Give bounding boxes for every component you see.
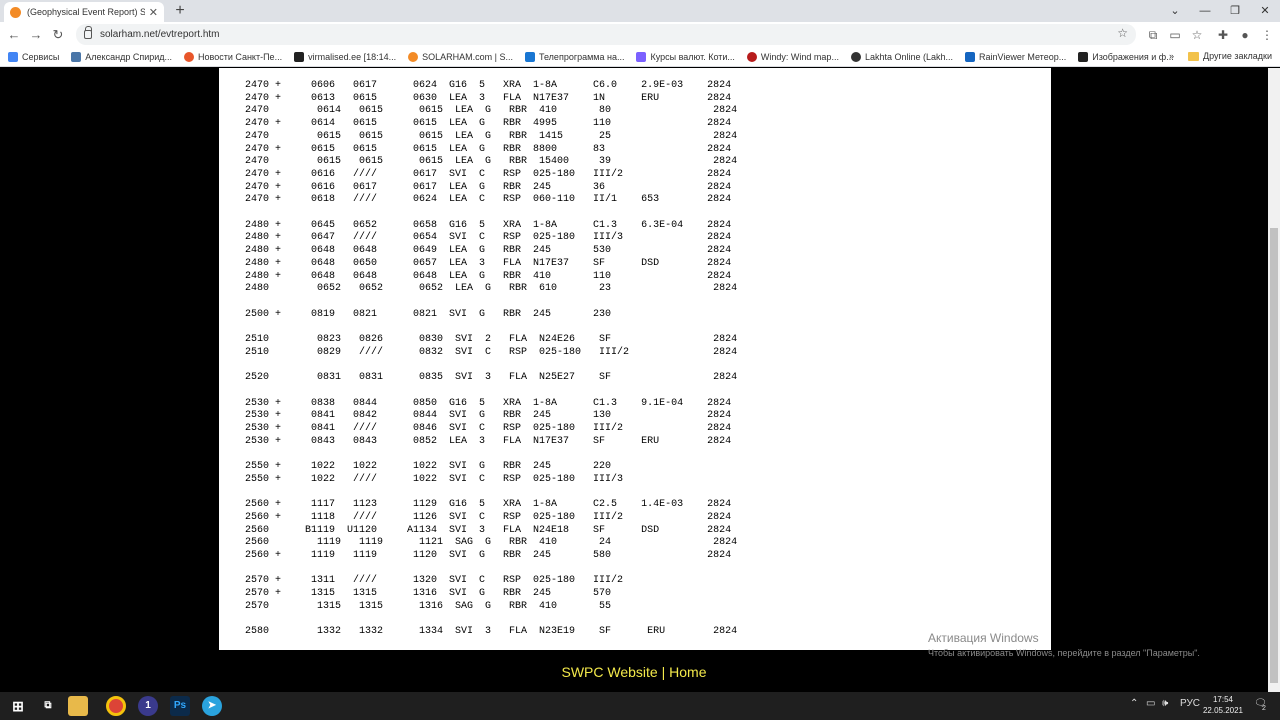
restore-icon[interactable]: ❐ <box>1220 0 1250 22</box>
bookmark-item[interactable]: Курсы валют. Коти... <box>636 51 735 62</box>
bookmark-favicon-icon <box>636 51 647 62</box>
notification-count: 2 <box>1262 705 1266 712</box>
activation-watermark-subtitle: Чтобы активировать Windows, перейдите в … <box>928 648 1200 658</box>
bookmark-item[interactable]: Windy: Wind map... <box>746 51 839 62</box>
start-icon[interactable]: ⊞ <box>8 696 28 716</box>
bookmark-favicon-icon <box>184 51 195 62</box>
bookmark-favicon-icon <box>408 51 419 62</box>
bookmark-favicon-icon <box>71 51 82 62</box>
task-view-icon[interactable]: ⧉ <box>38 696 58 716</box>
bookmark-item[interactable]: Сервисы <box>8 51 59 62</box>
bookmark-item[interactable]: Изображения и ф... <box>1078 51 1174 62</box>
bookmark-item[interactable]: virmalised.ee [18:14... <box>294 51 396 62</box>
menu-icon[interactable]: ⋮ <box>1258 26 1276 44</box>
tab-strip: (Geophysical Event Report) Space... ✕ + … <box>0 0 1280 22</box>
date: 22.05.2021 <box>1202 706 1244 715</box>
url-text: solarham.net/evtreport.htm <box>100 29 220 40</box>
bookmark-item[interactable]: Телепрограмма на... <box>524 51 624 62</box>
bookmark-favicon-icon <box>850 51 861 62</box>
browser-tab[interactable]: (Geophysical Event Report) Space... ✕ <box>4 2 164 22</box>
bookmark-item[interactable]: Александр Спирид... <box>71 51 172 62</box>
bookmark-star-icon[interactable]: ☆ <box>1117 26 1128 40</box>
tray-chevron-icon[interactable]: ⌃ <box>1130 698 1138 709</box>
back-icon[interactable]: ← <box>4 25 24 45</box>
time: 17:54 <box>1212 695 1234 704</box>
page-scrollbar[interactable] <box>1268 68 1280 692</box>
forward-icon[interactable]: → <box>26 25 46 45</box>
bookmark-favicon-icon <box>746 51 757 62</box>
bookmark-favicon-icon <box>965 51 976 62</box>
address-bar[interactable]: solarham.net/evtreport.htm ☆ <box>76 24 1136 45</box>
page-content: 2470 + 0606 0617 0624 G16 5 XRA 1-8A C6.… <box>0 68 1280 692</box>
tab-search-icon[interactable]: ⌄ <box>1160 0 1190 22</box>
chrome-icon[interactable] <box>106 696 126 716</box>
swpc-website-link[interactable]: SWPC Website <box>562 664 658 680</box>
bookmark-favicon-icon <box>8 51 18 62</box>
telegram-icon[interactable]: ➤ <box>202 696 222 716</box>
star-icon[interactable]: ☆ <box>1188 26 1206 44</box>
bookmark-item[interactable]: SOLARHAM.com | S... <box>408 51 513 62</box>
tab-close-icon[interactable]: ✕ <box>149 6 158 19</box>
folder-icon <box>1188 51 1200 61</box>
activation-watermark-title: Активация Windows <box>928 631 1039 645</box>
bookmarks-more-icon[interactable]: » <box>1169 51 1174 61</box>
bookmark-favicon-icon <box>524 51 535 62</box>
bookmark-favicon-icon <box>294 51 305 62</box>
file-explorer-icon[interactable] <box>68 696 88 716</box>
browser-toolbar: ← → ↻ solarham.net/evtreport.htm ☆ ⧉ ▭ ☆… <box>0 22 1280 47</box>
reload-icon[interactable]: ↻ <box>48 25 68 45</box>
minimize-icon[interactable]: — <box>1190 0 1220 22</box>
extensions-icon[interactable]: ✚ <box>1214 26 1232 44</box>
close-window-icon[interactable]: ✕ <box>1250 0 1280 22</box>
network-icon[interactable]: ▭ <box>1146 698 1155 709</box>
photoshop-icon[interactable]: Ps <box>170 696 190 716</box>
bookmark-item[interactable]: Lakhta Online (Lakh... <box>850 51 953 62</box>
event-report-panel: 2470 + 0606 0617 0624 G16 5 XRA 1-8A C6.… <box>219 68 1051 650</box>
clock[interactable]: 17:54 22.05.2021 <box>1198 694 1248 716</box>
bookmark-favicon-icon <box>1078 51 1089 62</box>
other-bookmarks[interactable]: Другие закладки <box>1203 51 1272 61</box>
bookmark-item[interactable]: Новости Санкт-Пе... <box>184 51 282 62</box>
page-scroll-thumb[interactable] <box>1270 228 1278 683</box>
profile-icon[interactable]: ● <box>1236 26 1254 44</box>
solarham-favicon-icon <box>10 6 21 18</box>
tab-title: (Geophysical Event Report) Space... <box>27 7 145 17</box>
screen-icon[interactable]: ▭ <box>1166 26 1184 44</box>
home-link[interactable]: Home <box>669 664 706 680</box>
lock-icon <box>84 26 92 39</box>
new-tab-button[interactable]: + <box>170 2 190 20</box>
windows-taskbar: ⊞ ⧉ 1 Ps ➤ ⌃ ▭ 🕪 РУС 17:54 22.05.2021 🗨 … <box>0 692 1280 720</box>
bookmarks-bar: Сервисы Александр Спирид... Новости Санк… <box>0 47 1280 67</box>
footer-links: SWPC Website | Home <box>0 664 1268 680</box>
translate-icon[interactable]: ⧉ <box>1144 26 1162 44</box>
event-report-text: 2470 + 0606 0617 0624 G16 5 XRA 1-8A C6.… <box>245 80 738 638</box>
bookmark-item[interactable]: RainViewer Метеор... <box>965 51 1066 62</box>
footer-separator: | <box>657 664 670 680</box>
app-icon[interactable]: 1 <box>138 696 158 716</box>
volume-icon[interactable]: 🕪 <box>1162 698 1168 709</box>
